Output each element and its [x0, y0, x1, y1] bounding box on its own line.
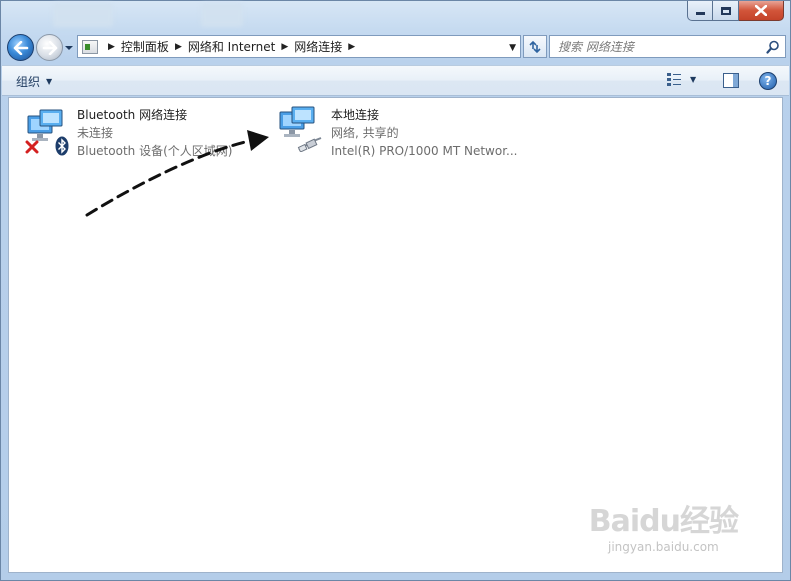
breadcrumb-control-panel[interactable]: 控制面板: [121, 38, 169, 55]
maximize-button[interactable]: [713, 1, 739, 21]
breadcrumb-network-connections[interactable]: 网络连接: [294, 38, 342, 55]
command-bar: 组织 ▼ ▼ ?: [2, 65, 789, 96]
organize-button[interactable]: 组织 ▼: [16, 73, 52, 90]
connection-item-local[interactable]: 本地连接 网络, 共享的 Intel(R) PRO/1000 MT Networ…: [277, 106, 518, 160]
breadcrumb-separator-icon[interactable]: ▶: [281, 42, 288, 52]
breadcrumb-network-internet[interactable]: 网络和 Internet: [188, 38, 275, 55]
window: ▶ 控制面板 ▶ 网络和 Internet ▶ 网络连接 ▶ ▼ 组织 ▼: [0, 0, 791, 581]
watermark-url: jingyan.baidu.com: [608, 540, 719, 554]
breadcrumb-separator-icon[interactable]: ▶: [108, 42, 115, 52]
connection-name: Bluetooth 网络连接: [77, 108, 188, 122]
chevron-down-icon: ▼: [46, 77, 53, 86]
connection-status: 网络, 共享的: [331, 126, 399, 140]
title-blur: [201, 3, 243, 27]
breadcrumb-separator-icon[interactable]: ▶: [175, 42, 182, 52]
refresh-icon: [529, 40, 541, 53]
help-button[interactable]: ?: [759, 72, 777, 90]
close-button[interactable]: [739, 1, 784, 21]
back-button[interactable]: [7, 34, 34, 61]
maximize-icon: [720, 6, 731, 15]
change-view-button[interactable]: ▼: [666, 72, 696, 86]
view-options-icon: [667, 73, 681, 86]
navigation-bar: ▶ 控制面板 ▶ 网络和 Internet ▶ 网络连接 ▶ ▼: [7, 31, 786, 63]
minimize-button[interactable]: [687, 1, 713, 21]
close-icon: [755, 5, 767, 16]
caption-buttons: [687, 1, 784, 21]
recent-pages-dropdown-icon[interactable]: [64, 43, 74, 53]
bluetooth-icon: [55, 136, 69, 156]
arrow-left-icon: [13, 40, 28, 55]
search-input[interactable]: [550, 39, 766, 54]
disconnected-x-icon: [25, 140, 39, 154]
preview-pane-button[interactable]: [723, 73, 739, 88]
organize-label: 组织: [16, 75, 41, 89]
connection-details: 本地连接 网络, 共享的 Intel(R) PRO/1000 MT Networ…: [331, 106, 518, 160]
watermark-logo: Baidu经验: [588, 504, 739, 539]
breadcrumb-separator-icon[interactable]: ▶: [348, 42, 355, 52]
control-panel-icon: [82, 39, 98, 54]
minimize-icon: [695, 12, 705, 15]
search-icon[interactable]: [766, 40, 780, 54]
connection-name: 本地连接: [331, 108, 380, 122]
connections-list: Bluetooth 网络连接 未连接 Bluetooth 设备(个人区域网) 本…: [8, 97, 783, 573]
arrow-right-icon: [42, 40, 57, 55]
forward-button[interactable]: [36, 34, 63, 61]
local-network-icon: [277, 106, 327, 156]
ethernet-cable-icon: [297, 137, 322, 152]
help-icon: ?: [764, 74, 772, 88]
chevron-down-icon: ▼: [690, 74, 697, 84]
bluetooth-network-icon: [23, 106, 73, 156]
dashed-arrow-annotation: [85, 130, 269, 217]
watermark: Baidu经验 jingyan.baidu.com: [588, 496, 739, 554]
address-dropdown-icon[interactable]: ▼: [509, 43, 516, 53]
connection-device: Intel(R) PRO/1000 MT Networ...: [331, 144, 518, 158]
address-bar[interactable]: ▶ 控制面板 ▶ 网络和 Internet ▶ 网络连接 ▶ ▼: [77, 35, 521, 58]
refresh-button[interactable]: [523, 35, 547, 58]
search-box: [549, 35, 786, 58]
title-blur: [53, 3, 113, 27]
